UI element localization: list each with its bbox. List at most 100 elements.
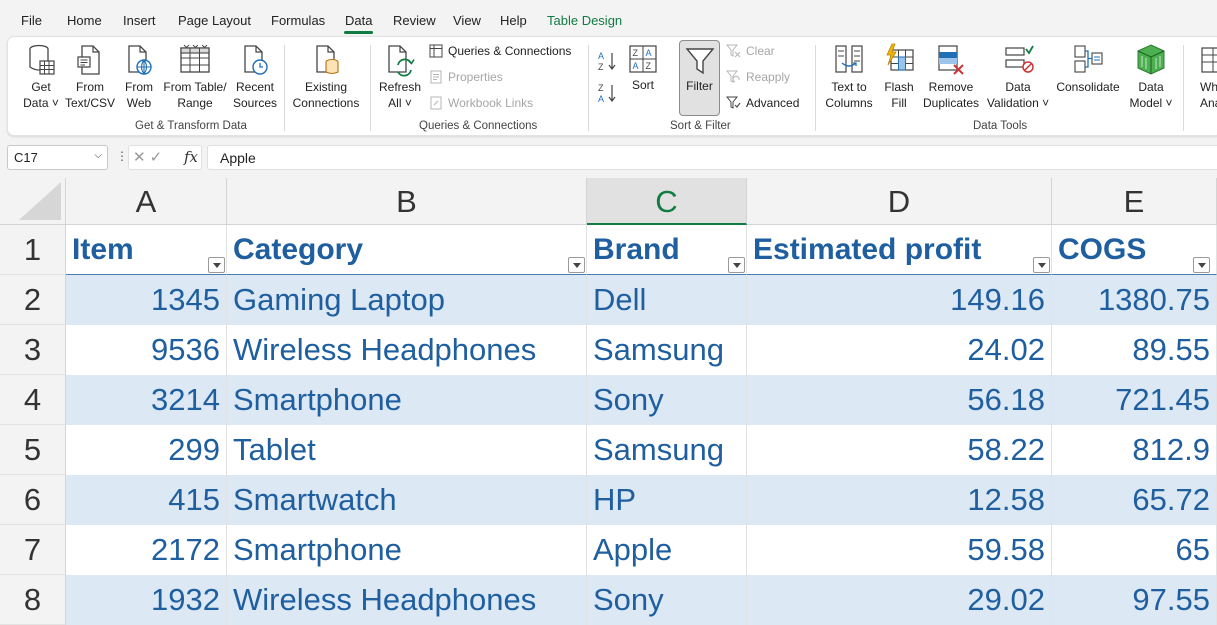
filter-button-content[interactable]: Filter [679,46,720,94]
flash-fill-button[interactable]: Flash Fill [880,43,918,111]
table-cell[interactable]: 89.55 [1052,325,1217,375]
table-cell[interactable]: 65.72 [1052,475,1217,525]
properties-button[interactable]: Properties [429,70,503,84]
table-header-estimated-profit[interactable]: Estimated profit [747,225,1052,275]
reapply-button[interactable]: Reapply [726,70,790,84]
table-cell[interactable]: HP [587,475,747,525]
filter-dropdown-button[interactable] [1033,257,1050,273]
column-header-a[interactable]: A [66,178,227,225]
table-cell[interactable]: 1380.75 [1052,275,1217,325]
worksheet-grid[interactable]: A B C D E 1 2 3 4 5 6 7 8 Item Category … [0,178,1217,625]
table-header-category[interactable]: Category [227,225,587,275]
column-header-c[interactable]: C [587,178,747,225]
row-header-8[interactable]: 8 [0,575,66,625]
table-cell[interactable]: 58.22 [747,425,1052,475]
from-text-csv-button[interactable]: From Text/CSV [63,43,117,111]
table-cell[interactable]: 812.9 [1052,425,1217,475]
formula-input[interactable]: Apple [207,145,1217,170]
tab-page-layout[interactable]: Page Layout [178,13,251,28]
table-cell[interactable]: Tablet [227,425,587,475]
row-header-4[interactable]: 4 [0,375,66,425]
row-header-6[interactable]: 6 [0,475,66,525]
table-cell[interactable]: Smartwatch [227,475,587,525]
data-validation-button[interactable]: Data Validation ˅ [984,43,1052,111]
table-cell[interactable]: Sony [587,375,747,425]
table-cell[interactable]: 56.18 [747,375,1052,425]
table-cell[interactable]: 721.45 [1052,375,1217,425]
chevron-down-icon[interactable]: ⌵ [94,150,102,161]
tab-data[interactable]: Data [343,13,374,34]
data-model-button[interactable]: Data Model ˅ [1126,43,1176,111]
consolidate-button[interactable]: Consolidate [1054,43,1122,95]
table-cell[interactable]: Apple [587,525,747,575]
tab-file[interactable]: File [21,13,42,28]
refresh-all-button[interactable]: Refresh All ˅ [378,43,422,111]
insert-function-icon[interactable]: fx [184,148,198,166]
table-cell[interactable]: 12.58 [747,475,1052,525]
column-header-d[interactable]: D [747,178,1052,225]
from-table-range-button[interactable]: From Table/ Range [160,43,230,111]
cancel-confirm-icons[interactable]: ✕✓ [133,148,166,166]
filter-dropdown-button[interactable] [728,257,745,273]
table-cell[interactable]: Samsung [587,425,747,475]
table-cell[interactable]: 59.58 [747,525,1052,575]
table-cell[interactable]: 65 [1052,525,1217,575]
sort-button[interactable]: Z A A Z Sort [625,45,661,93]
row-header-5[interactable]: 5 [0,425,66,475]
what-if-analysis-button[interactable]: Wh Anal [1190,43,1217,111]
table-cell[interactable]: Wireless Headphones [227,575,587,625]
workbook-links-button[interactable]: Workbook Links [429,96,533,110]
row-header-3[interactable]: 3 [0,325,66,375]
filter-dropdown-button[interactable] [568,257,585,273]
column-header-e[interactable]: E [1052,178,1217,225]
table-cell[interactable]: 149.16 [747,275,1052,325]
queries-connections-button[interactable]: Queries & Connections [429,44,571,58]
remove-duplicates-button[interactable]: Remove Duplicates [920,43,982,111]
row-header-2[interactable]: 2 [0,275,66,325]
recent-sources-button[interactable]: Recent Sources [230,43,280,111]
clear-filter-button[interactable]: Clear [726,44,775,58]
filter-dropdown-button[interactable] [208,257,225,273]
tab-insert[interactable]: Insert [123,13,156,28]
table-cell[interactable]: Gaming Laptop [227,275,587,325]
row-header-1[interactable]: 1 [0,225,66,275]
row-header-7[interactable]: 7 [0,525,66,575]
table-cell[interactable]: 1345 [66,275,227,325]
table-cell[interactable]: 2172 [66,525,227,575]
table-cell[interactable]: 24.02 [747,325,1052,375]
column-header-b[interactable]: B [227,178,587,225]
table-cell[interactable]: Samsung [587,325,747,375]
advanced-filter-button[interactable]: Advanced [726,96,799,110]
tab-review[interactable]: Review [393,13,436,28]
table-cell[interactable]: 1932 [66,575,227,625]
table-cell[interactable]: Wireless Headphones [227,325,587,375]
tab-table-design[interactable]: Table Design [547,13,622,28]
from-web-button[interactable]: From Web [119,43,159,111]
table-cell[interactable]: 9536 [66,325,227,375]
name-box[interactable]: C17 ⌵ [7,145,108,170]
table-cell[interactable]: Dell [587,275,747,325]
tab-home[interactable]: Home [67,13,102,28]
get-data-button[interactable]: Get Data ˅ [19,43,63,111]
table-header-item[interactable]: Item [66,225,227,275]
tab-help[interactable]: Help [500,13,527,28]
table-header-brand[interactable]: Brand [587,225,747,275]
table-cell[interactable]: 299 [66,425,227,475]
group-label-data-tools: Data Tools [973,120,1028,132]
table-cell[interactable]: Sony [587,575,747,625]
tab-formulas[interactable]: Formulas [271,13,325,28]
table-cell[interactable]: 415 [66,475,227,525]
table-cell[interactable]: 29.02 [747,575,1052,625]
table-cell[interactable]: Smartphone [227,525,587,575]
filter-dropdown-button[interactable] [1193,257,1210,273]
existing-connections-button[interactable]: Existing Connections [289,43,363,111]
table-cell[interactable]: Smartphone [227,375,587,425]
sort-z-to-a-button[interactable]: Z A [597,82,619,108]
sort-a-to-z-button[interactable]: A Z [597,50,619,76]
select-all-corner[interactable] [0,178,66,225]
table-cell[interactable]: 3214 [66,375,227,425]
tab-view[interactable]: View [453,13,481,28]
table-cell[interactable]: 97.55 [1052,575,1217,625]
more-options-icon[interactable]: ⋮ [116,149,128,163]
text-to-columns-button[interactable]: Text to Columns [821,43,877,111]
